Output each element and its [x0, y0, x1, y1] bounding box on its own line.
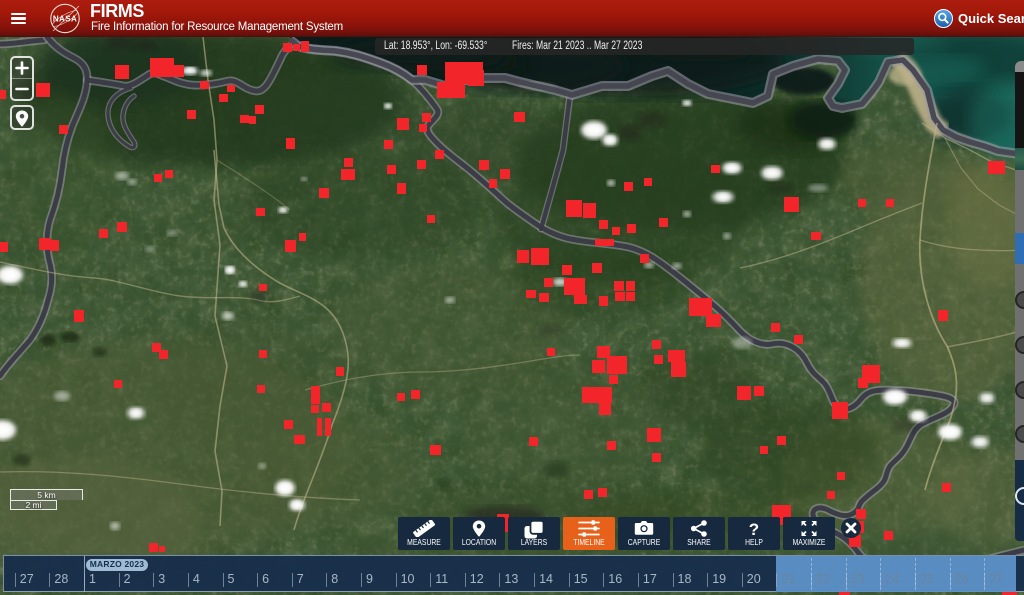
svg-text:?: ? — [749, 520, 759, 538]
svg-text:NASA: NASA — [53, 15, 77, 24]
